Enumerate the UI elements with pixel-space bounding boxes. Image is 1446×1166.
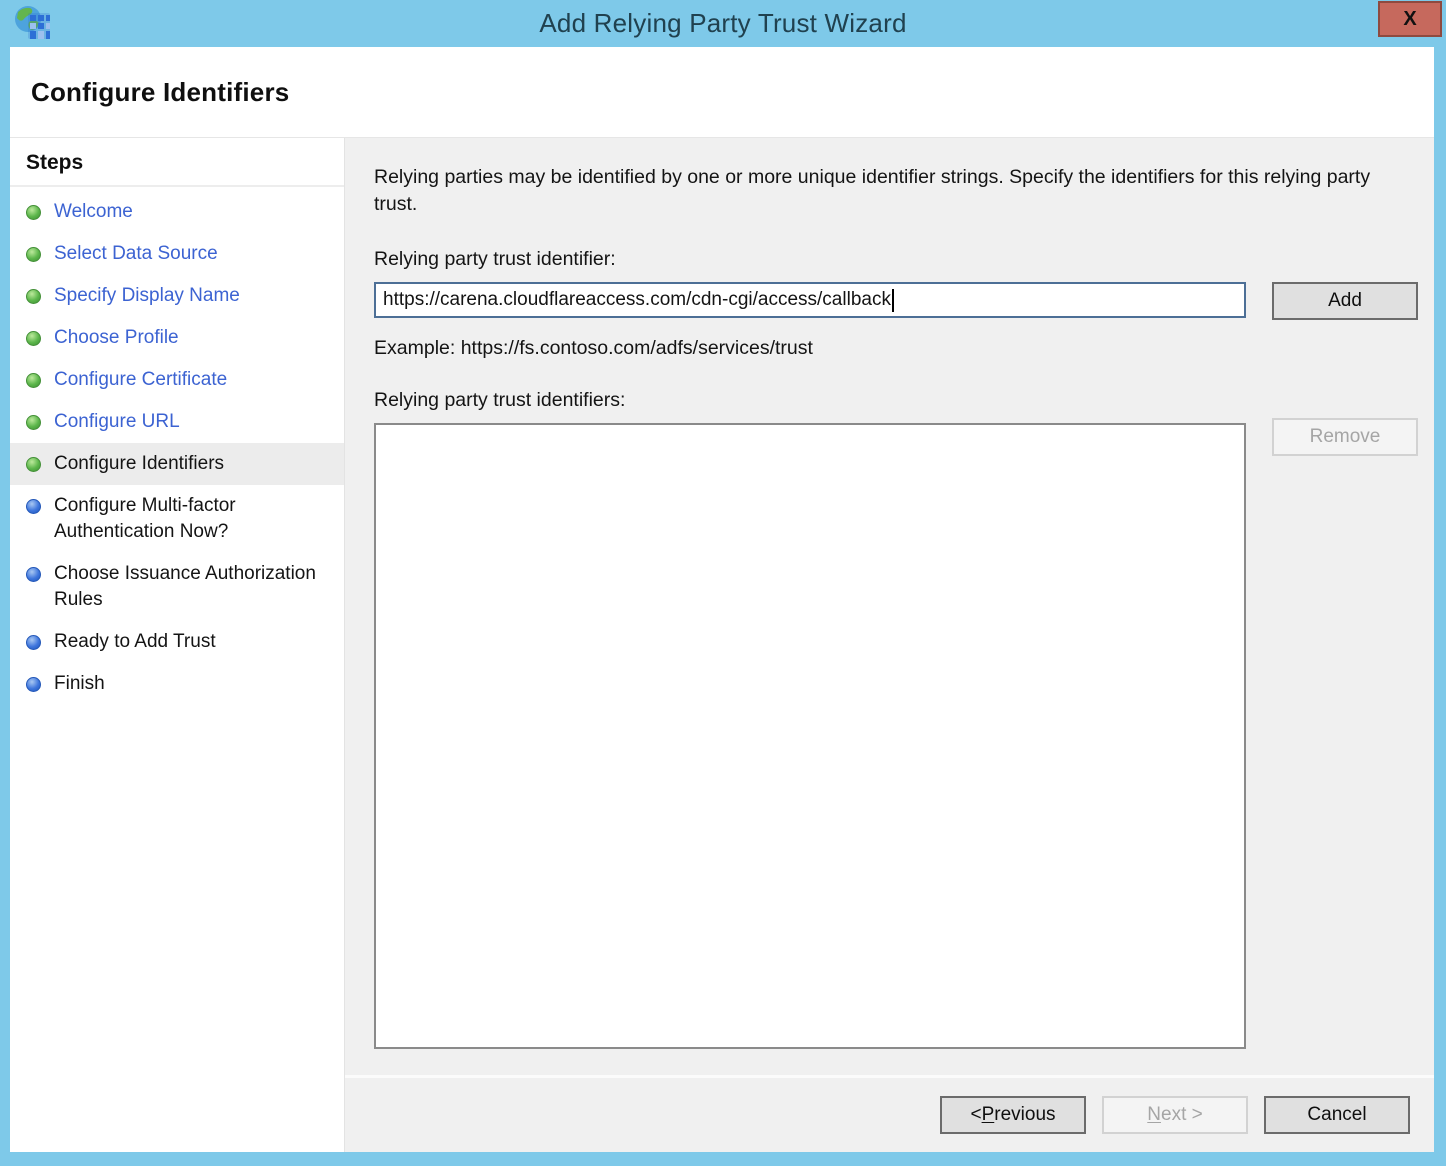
remove-button[interactable]: Remove — [1272, 418, 1418, 456]
sidebar-item-configure-url[interactable]: Configure URL — [10, 401, 344, 443]
step-label: Choose Profile — [54, 325, 179, 351]
next-button[interactable]: Next > — [1102, 1096, 1248, 1134]
window-title: Add Relying Party Trust Wizard — [0, 0, 1446, 47]
page-title: Configure Identifiers — [31, 77, 289, 108]
previous-button[interactable]: < Previous — [940, 1096, 1086, 1134]
step-label: Ready to Add Trust — [54, 629, 216, 655]
step-pending-bullet-icon — [26, 635, 41, 650]
wizard-window: Add Relying Party Trust Wizard X Configu… — [0, 0, 1446, 1166]
page-header: Configure Identifiers — [10, 47, 1434, 138]
step-complete-bullet-icon — [26, 331, 41, 346]
identifier-input-value: https://carena.cloudflareaccess.com/cdn-… — [383, 289, 891, 311]
step-label: Finish — [54, 671, 105, 697]
step-label: Configure Multi-factor Authentication No… — [54, 493, 336, 545]
steps-list: Welcome Select Data Source Specify Display… — [10, 187, 344, 705]
titlebar: Add Relying Party Trust Wizard X — [0, 0, 1446, 47]
step-complete-bullet-icon — [26, 247, 41, 262]
identifier-input[interactable]: https://carena.cloudflareaccess.com/cdn-… — [374, 282, 1246, 318]
step-label: Configure URL — [54, 409, 180, 435]
sidebar-item-configure-certificate[interactable]: Configure Certificate — [10, 359, 344, 401]
footer-bar: < Previous Next > Cancel — [345, 1075, 1434, 1152]
step-complete-bullet-icon — [26, 457, 41, 472]
step-label: Choose Issuance Authorization Rules — [54, 561, 336, 613]
sidebar-item-configure-multi-factor-authentication-now: Configure Multi-factor Authentication No… — [10, 485, 344, 553]
step-label: Specify Display Name — [54, 283, 240, 309]
identifiers-list-label: Relying party trust identifiers: — [374, 387, 1434, 414]
steps-heading: Steps — [10, 138, 344, 187]
add-button[interactable]: Add — [1272, 282, 1418, 320]
sidebar-item-specify-display-name[interactable]: Specify Display Name — [10, 275, 344, 317]
identifiers-listbox[interactable] — [374, 423, 1246, 1049]
main-column: Relying parties may be identified by one… — [345, 138, 1434, 1152]
text-caret — [892, 289, 894, 312]
step-label: Configure Identifiers — [54, 451, 224, 477]
step-pending-bullet-icon — [26, 567, 41, 582]
identifier-label: Relying party trust identifier: — [374, 246, 1434, 273]
cancel-button[interactable]: Cancel — [1264, 1096, 1410, 1134]
sidebar-item-configure-identifiers[interactable]: Configure Identifiers — [10, 443, 344, 485]
sidebar-item-choose-profile[interactable]: Choose Profile — [10, 317, 344, 359]
close-icon: X — [1403, 8, 1416, 31]
steps-sidebar: Steps Welcome Select Data Source Specify D… — [10, 138, 345, 1152]
close-button[interactable]: X — [1378, 1, 1442, 37]
main-panel: Relying parties may be identified by one… — [345, 138, 1434, 1075]
sidebar-item-choose-issuance-authorization-rules: Choose Issuance Authorization Rules — [10, 553, 344, 621]
step-pending-bullet-icon — [26, 499, 41, 514]
sidebar-item-welcome[interactable]: Welcome — [10, 191, 344, 233]
step-complete-bullet-icon — [26, 373, 41, 388]
step-pending-bullet-icon — [26, 677, 41, 692]
example-text: Example: https://fs.contoso.com/adfs/ser… — [374, 335, 1434, 362]
step-label: Welcome — [54, 199, 133, 225]
sidebar-item-finish: Finish — [10, 663, 344, 705]
intro-text: Relying parties may be identified by one… — [374, 164, 1396, 218]
step-complete-bullet-icon — [26, 205, 41, 220]
step-label: Select Data Source — [54, 241, 218, 267]
step-label: Configure Certificate — [54, 367, 227, 393]
wizard-content: Configure Identifiers Steps Welcome Selec… — [10, 47, 1434, 1152]
step-complete-bullet-icon — [26, 289, 41, 304]
sidebar-item-select-data-source[interactable]: Select Data Source — [10, 233, 344, 275]
sidebar-item-ready-to-add-trust: Ready to Add Trust — [10, 621, 344, 663]
step-complete-bullet-icon — [26, 415, 41, 430]
